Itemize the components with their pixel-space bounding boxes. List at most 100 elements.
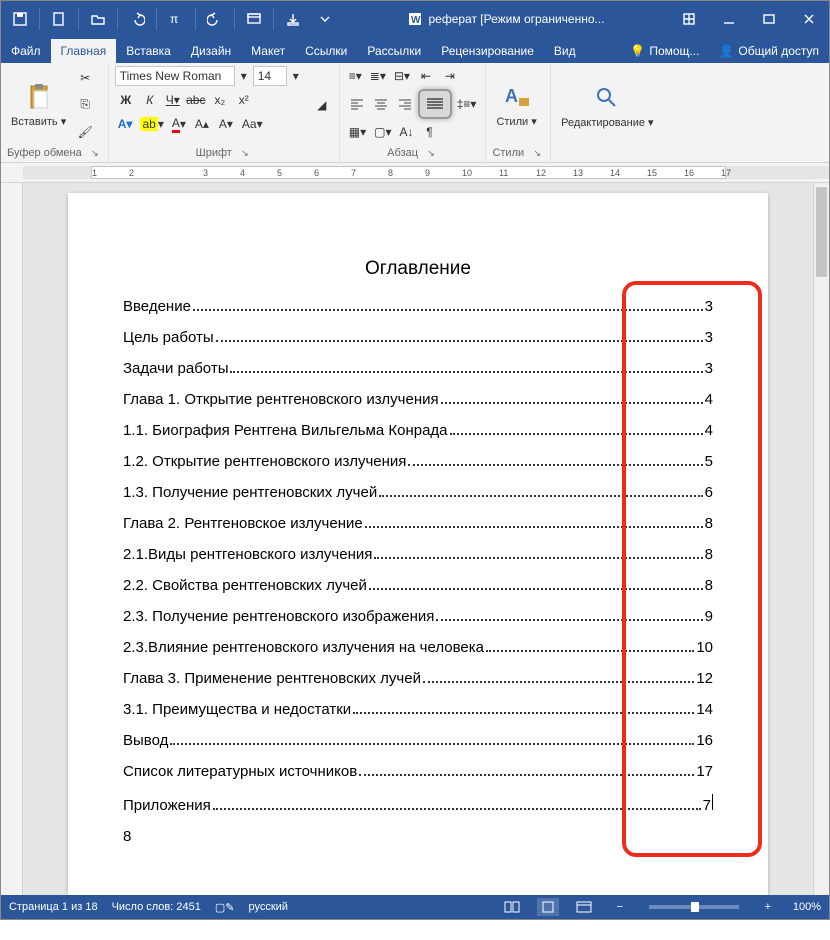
toc-item[interactable]: Приложения7 <box>123 794 713 814</box>
copy-icon[interactable]: ⎘ <box>74 94 96 116</box>
toc-page-number: 3 <box>705 329 713 346</box>
multilevel-button[interactable]: ⊟▾ <box>391 65 413 87</box>
sort-button[interactable]: A↓ <box>397 121 417 143</box>
toc-item[interactable]: Вывод16 <box>123 732 713 749</box>
styles-button[interactable]: A Стили ▾ <box>492 65 540 144</box>
show-marks-button[interactable]: ¶ <box>419 121 441 143</box>
save-icon[interactable] <box>5 5 35 33</box>
clear-formatting-icon[interactable]: ◢ <box>311 94 333 116</box>
shrink-font-button[interactable]: A▾ <box>215 113 237 135</box>
touch-mode-icon[interactable] <box>278 5 308 33</box>
align-left-button[interactable] <box>346 93 368 115</box>
paste-button[interactable]: Вставить ▾ <box>7 65 70 144</box>
font-size-input[interactable] <box>253 66 287 86</box>
undo-icon[interactable] <box>122 5 152 33</box>
help-tell-me[interactable]: 💡Помощ... <box>620 39 709 63</box>
toc-item[interactable]: 1.1. Биография Рентгена Вильгельма Конра… <box>123 422 713 439</box>
format-painter-icon[interactable]: 🖌 <box>74 121 96 143</box>
paragraph-launcher-icon[interactable]: ↘ <box>424 146 438 160</box>
highlight-color-button[interactable]: ab▾ <box>137 113 166 135</box>
toc-item[interactable]: 3.1. Преимущества и недостатки14 <box>123 701 713 718</box>
tab-ссылки[interactable]: Ссылки <box>295 39 357 63</box>
toc-item[interactable]: Глава 1. Открытие рентгеновского излучен… <box>123 391 713 408</box>
document-page[interactable]: Оглавление Введение3 Цель работы3 Задачи р… <box>68 193 768 895</box>
tab-вид[interactable]: Вид <box>544 39 586 63</box>
toc-text: 1.1. Биография Рентгена Вильгельма Конра… <box>123 422 448 439</box>
tab-рецензирование[interactable]: Рецензирование <box>431 39 544 63</box>
font-launcher-icon[interactable]: ↘ <box>238 146 252 160</box>
clipboard-launcher-icon[interactable]: ↘ <box>88 146 102 160</box>
spellcheck-icon[interactable]: ▢✎ <box>215 901 235 914</box>
ruler-vertical[interactable] <box>1 183 23 895</box>
decrease-indent-button[interactable]: ⇤ <box>415 65 437 87</box>
grow-font-button[interactable]: A▴ <box>191 113 213 135</box>
open-icon[interactable] <box>83 5 113 33</box>
toc-item[interactable]: 2.2. Свойства рентгеновских лучей8 <box>123 577 713 594</box>
zoom-out-icon[interactable]: − <box>609 898 631 916</box>
tab-рассылки[interactable]: Рассылки <box>357 39 431 63</box>
font-name-input[interactable] <box>115 66 235 86</box>
strikethrough-button[interactable]: abc <box>185 89 207 111</box>
vertical-scrollbar[interactable] <box>813 183 829 895</box>
toc-item[interactable]: 2.1.Виды рентгеновского излучения8 <box>123 546 713 563</box>
line-spacing-button[interactable]: ‡≡▾ <box>454 93 480 115</box>
toc-item[interactable]: Список литературных источников17 <box>123 763 713 780</box>
editing-button[interactable]: Редактирование ▾ <box>557 65 657 146</box>
font-name-dropdown-icon[interactable]: ▾ <box>237 65 251 87</box>
toc-item[interactable]: 1.2. Открытие рентгеновского излучения 5 <box>123 453 713 470</box>
bold-button[interactable]: Ж <box>115 89 137 111</box>
equation-icon[interactable]: π <box>161 5 191 33</box>
underline-button[interactable]: Ч▾ <box>163 89 183 111</box>
superscript-button[interactable]: x² <box>233 89 255 111</box>
print-layout-icon[interactable] <box>537 898 559 916</box>
toc-title: Оглавление <box>123 258 713 280</box>
numbering-button[interactable]: ≣▾ <box>367 65 389 87</box>
tab-дизайн[interactable]: Дизайн <box>181 39 241 63</box>
status-language[interactable]: русский <box>248 901 287 913</box>
redo-icon[interactable] <box>200 5 230 33</box>
borders-button[interactable]: ▢▾ <box>371 121 394 143</box>
share-button[interactable]: 👤Общий доступ <box>709 39 829 63</box>
tab-главная[interactable]: Главная <box>51 39 117 63</box>
minimize-icon[interactable] <box>709 1 749 37</box>
toc-item[interactable]: Глава 3. Применение рентгеновских лучей1… <box>123 670 713 687</box>
zoom-in-icon[interactable]: + <box>757 898 779 916</box>
ruler-horizontal[interactable]: 1234567891011121314151617 <box>1 163 829 183</box>
increase-indent-button[interactable]: ⇥ <box>439 65 461 87</box>
align-right-button[interactable] <box>394 93 416 115</box>
cut-icon[interactable]: ✂ <box>74 67 96 89</box>
zoom-slider[interactable] <box>649 905 739 909</box>
maximize-icon[interactable] <box>749 1 789 37</box>
subscript-button[interactable]: x₂ <box>209 89 231 111</box>
ribbon-options-icon[interactable] <box>669 1 709 37</box>
change-case-button[interactable]: Aa▾ <box>239 113 266 135</box>
toc-item[interactable]: 2.3. Получение рентгеновского изображени… <box>123 608 713 625</box>
font-color-button[interactable]: A▾ <box>169 113 189 135</box>
toc-item[interactable]: 2.3.Влияние рентгеновского излучения на … <box>123 639 713 656</box>
tab-макет[interactable]: Макет <box>241 39 295 63</box>
font-size-dropdown-icon[interactable]: ▾ <box>289 65 303 87</box>
bullets-button[interactable]: ≡▾ <box>346 65 365 87</box>
toc-item[interactable]: 1.3. Получение рентгеновских лучей6 <box>123 484 713 501</box>
align-center-button[interactable] <box>370 93 392 115</box>
new-doc-icon[interactable] <box>44 5 74 33</box>
italic-button[interactable]: К <box>139 89 161 111</box>
toc-item[interactable]: Глава 2. Рентгеновское излучение8 <box>123 515 713 532</box>
toc-item[interactable]: Цель работы3 <box>123 329 713 346</box>
web-layout-icon[interactable] <box>573 898 595 916</box>
tab-файл[interactable]: Файл <box>1 39 51 63</box>
toc-item[interactable]: Задачи работы3 <box>123 360 713 377</box>
tab-вставка[interactable]: Вставка <box>116 39 181 63</box>
zoom-level[interactable]: 100% <box>793 901 821 913</box>
styles-launcher-icon[interactable]: ↘ <box>530 146 544 160</box>
text-effects-button[interactable]: A▾ <box>115 113 136 135</box>
qat-customize-icon[interactable] <box>310 5 340 33</box>
justify-button-highlighted[interactable] <box>418 89 452 119</box>
status-word-count[interactable]: Число слов: 2451 <box>112 901 201 913</box>
close-icon[interactable] <box>789 1 829 37</box>
shading-button[interactable]: ▦▾ <box>346 121 369 143</box>
read-mode-icon[interactable] <box>501 898 523 916</box>
window-icon[interactable] <box>239 5 269 33</box>
toc-item[interactable]: Введение3 <box>123 298 713 315</box>
status-page[interactable]: Страница 1 из 18 <box>9 901 98 913</box>
